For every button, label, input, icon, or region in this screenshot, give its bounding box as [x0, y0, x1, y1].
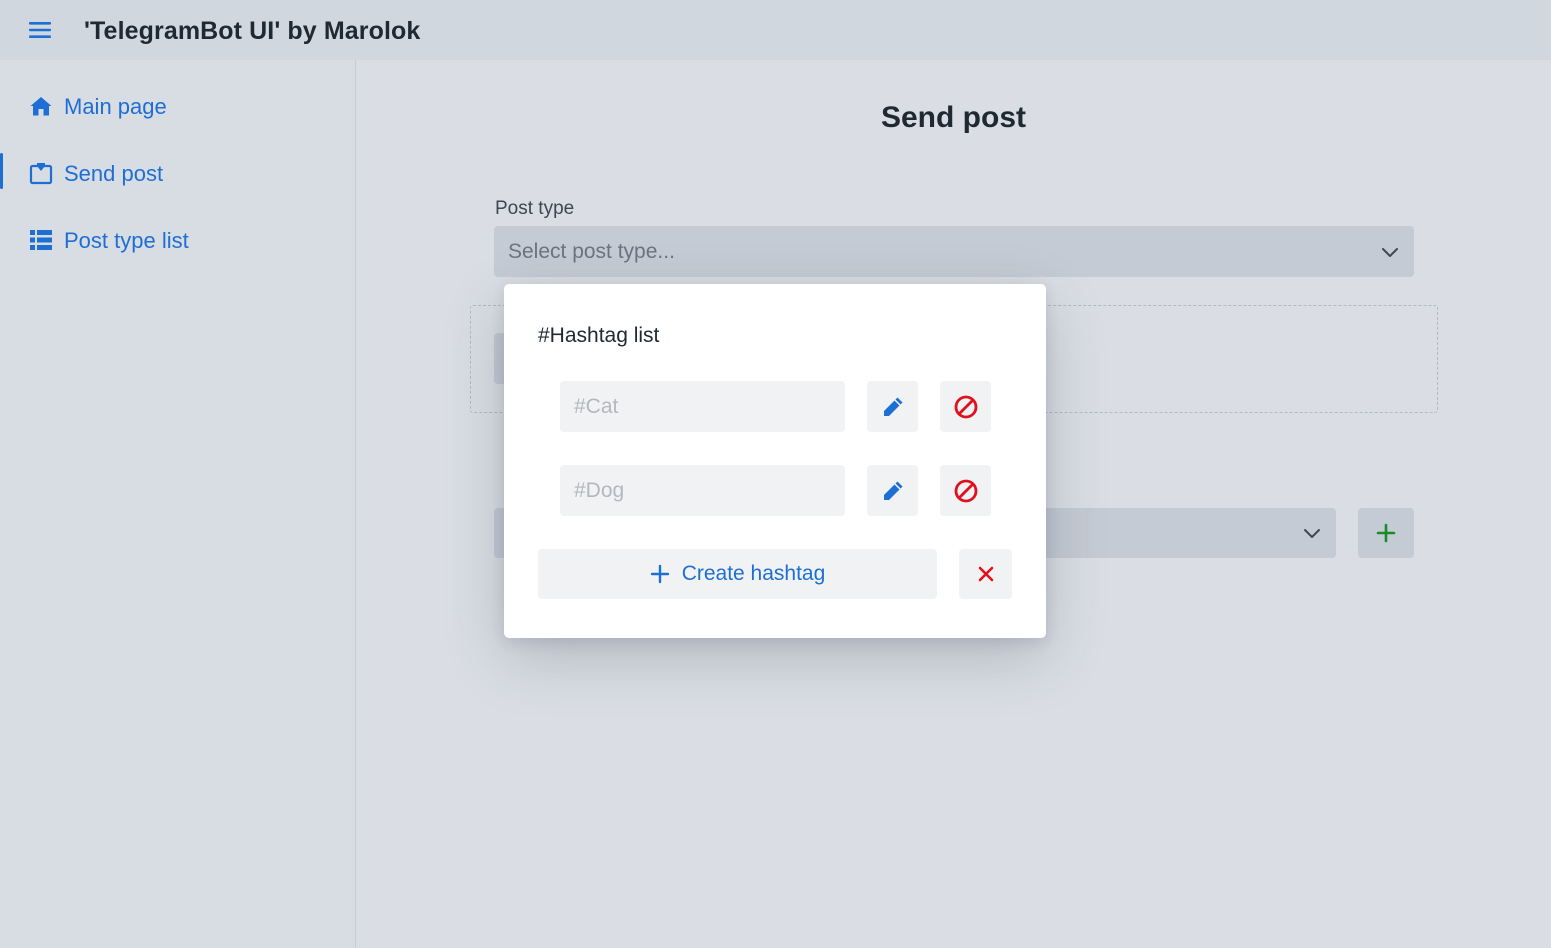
- hashtag-input-dog[interactable]: [560, 465, 845, 516]
- chevron-down-icon: [1304, 529, 1320, 538]
- ban-icon: [954, 395, 977, 418]
- ban-icon: [954, 479, 977, 502]
- hamburger-icon: [29, 22, 51, 38]
- create-hashtag-button[interactable]: Create hashtag: [538, 549, 937, 599]
- post-type-placeholder: Select post type...: [508, 240, 675, 263]
- app: 'TelegramBot UI' by Marolok Main page Se…: [0, 0, 1551, 948]
- add-hashtag-button[interactable]: [1358, 508, 1414, 558]
- delete-hashtag-button[interactable]: [940, 381, 991, 432]
- modal-title: #Hashtag list: [538, 324, 660, 347]
- create-hashtag-label: Create hashtag: [681, 562, 826, 585]
- sidebar-item-post-type-list[interactable]: Post type list: [0, 220, 355, 260]
- sidebar-item-label: Post type list: [64, 228, 189, 253]
- pencil-icon: [883, 397, 902, 416]
- plus-icon: [1376, 523, 1396, 543]
- sidebar: Main page Send post Post type list: [0, 60, 356, 948]
- chevron-down-icon: [1382, 248, 1398, 257]
- hashtag-input-cat[interactable]: [560, 381, 845, 432]
- page-title: Send post: [880, 101, 1026, 134]
- close-modal-button[interactable]: [959, 549, 1012, 599]
- sidebar-item-label: Main page: [64, 94, 167, 119]
- top-bar: 'TelegramBot UI' by Marolok: [0, 0, 1551, 60]
- edit-hashtag-button[interactable]: [867, 465, 918, 516]
- menu-toggle-button[interactable]: [24, 16, 56, 44]
- close-icon: [978, 566, 993, 582]
- home-icon: [29, 94, 53, 118]
- sidebar-item-send-post[interactable]: Send post: [0, 153, 355, 193]
- send-post-icon: [29, 161, 53, 185]
- post-type-label: Post type: [495, 198, 575, 219]
- pencil-icon: [883, 481, 902, 500]
- sidebar-item-main-page[interactable]: Main page: [0, 86, 355, 126]
- plus-icon: [650, 564, 669, 584]
- delete-hashtag-button[interactable]: [940, 465, 991, 516]
- app-title: 'TelegramBot UI' by Marolok: [84, 17, 421, 45]
- post-type-select[interactable]: Select post type...: [494, 226, 1414, 277]
- list-icon: [29, 228, 53, 252]
- sidebar-item-label: Send post: [64, 161, 164, 186]
- edit-hashtag-button[interactable]: [867, 381, 918, 432]
- hashtag-list-modal: #Hashtag list #Cat #Dog Create hashtag: [504, 284, 1046, 638]
